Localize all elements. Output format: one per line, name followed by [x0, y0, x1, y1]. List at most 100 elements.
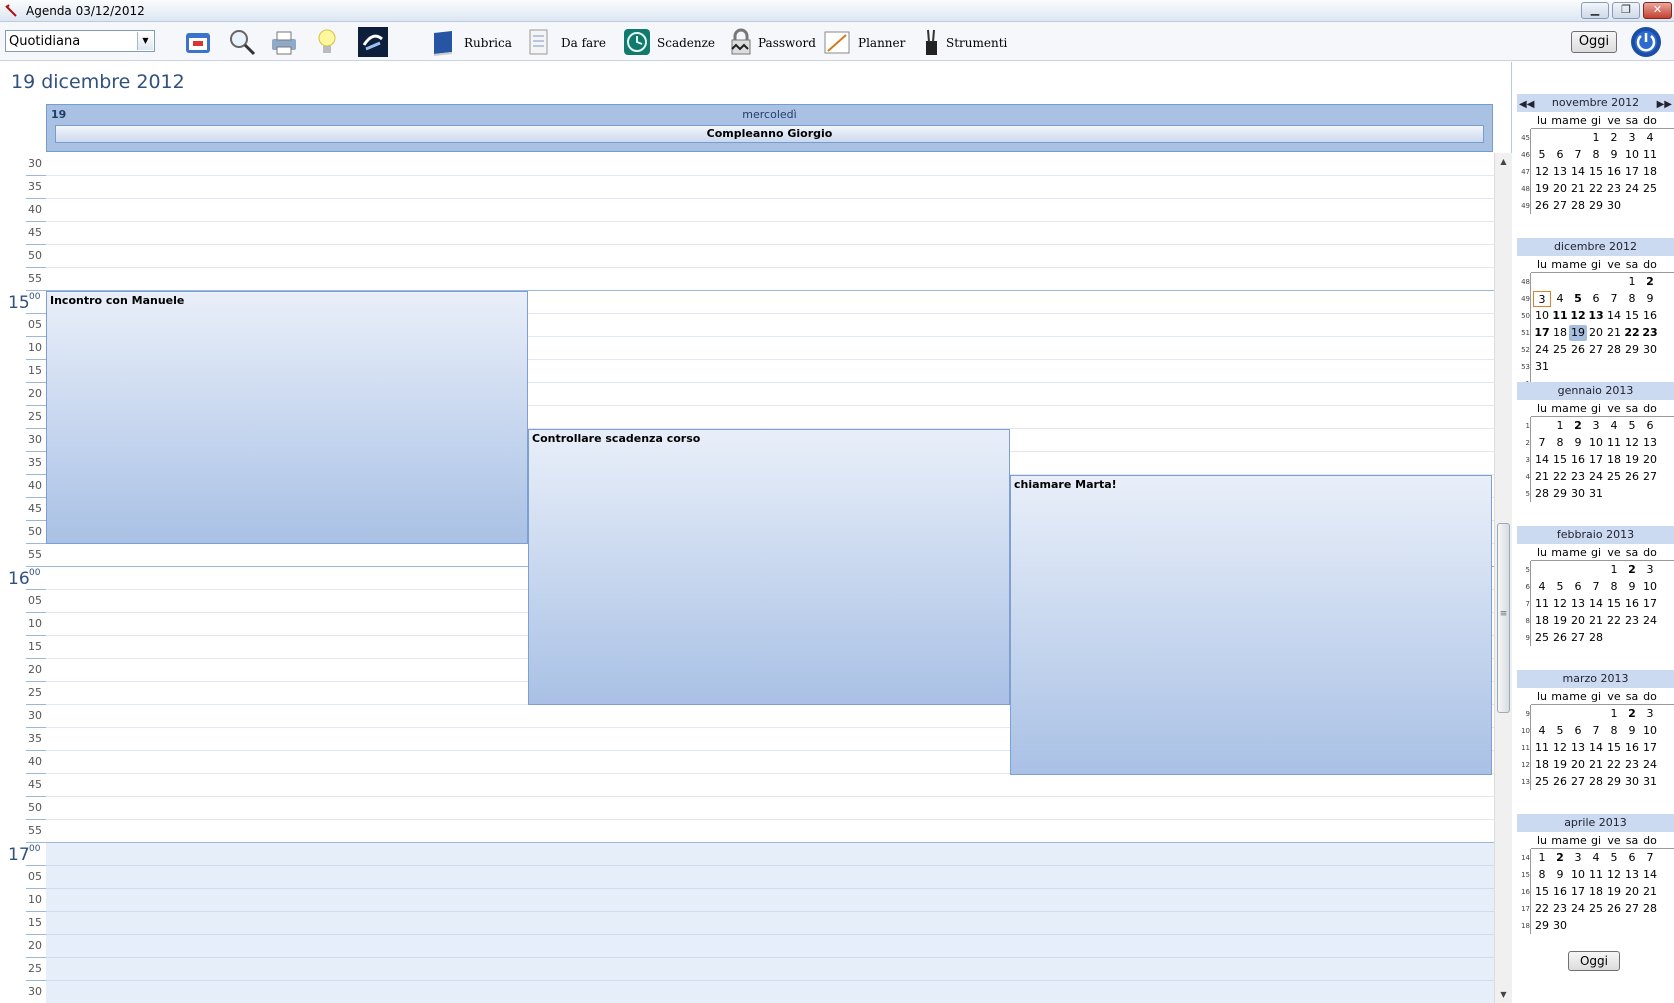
mini-day[interactable]: 24	[1641, 757, 1659, 773]
mini-day[interactable]: 11	[1587, 867, 1605, 883]
clock-icon[interactable]	[622, 27, 652, 57]
mini-day[interactable]: 9	[1623, 579, 1641, 595]
mini-day[interactable]: 11	[1533, 740, 1551, 756]
mini-day[interactable]: 24	[1569, 901, 1587, 917]
mini-day[interactable]: 17	[1641, 596, 1659, 612]
mini-day[interactable]: 9	[1605, 147, 1623, 163]
mini-day[interactable]: 29	[1533, 918, 1551, 934]
book-icon[interactable]	[428, 27, 458, 57]
mini-day[interactable]: 19	[1551, 613, 1569, 629]
mini-day[interactable]: 6	[1569, 723, 1587, 739]
mini-day[interactable]: 10	[1569, 867, 1587, 883]
mini-day[interactable]: 20	[1569, 757, 1587, 773]
mini-day[interactable]: 22	[1605, 757, 1623, 773]
mini-day[interactable]: 28	[1641, 901, 1659, 917]
mini-day[interactable]: 14	[1533, 452, 1551, 468]
mini-day[interactable]: 9	[1551, 867, 1569, 883]
mini-day[interactable]: 23	[1641, 325, 1659, 341]
mini-day[interactable]: 12	[1551, 596, 1569, 612]
mini-day[interactable]: 29	[1623, 342, 1641, 358]
mini-day[interactable]: 19	[1605, 884, 1623, 900]
mini-day[interactable]: 17	[1587, 452, 1605, 468]
mini-day[interactable]: 12	[1605, 867, 1623, 883]
mini-day[interactable]: 5	[1551, 723, 1569, 739]
chevron-down-icon[interactable]: ▼	[137, 32, 153, 50]
mini-day[interactable]: 21	[1605, 325, 1623, 341]
mini-day[interactable]: 26	[1551, 630, 1569, 646]
mini-day[interactable]: 28	[1587, 630, 1605, 646]
mini-day[interactable]: 16	[1641, 308, 1659, 324]
mini-day[interactable]: 17	[1641, 740, 1659, 756]
mini-day[interactable]: 23	[1623, 757, 1641, 773]
lock-icon[interactable]	[726, 27, 756, 57]
mini-day[interactable]: 20	[1587, 325, 1605, 341]
time-slot[interactable]	[46, 958, 1494, 981]
today-button-sidebar[interactable]: Oggi	[1568, 951, 1620, 971]
scadenze-button[interactable]: Scadenze	[657, 36, 715, 50]
mini-day[interactable]: 18	[1641, 164, 1659, 180]
mini-day[interactable]: 10	[1641, 579, 1659, 595]
mini-day[interactable]: 30	[1605, 198, 1623, 214]
mini-day[interactable]: 22	[1587, 181, 1605, 197]
mini-day[interactable]: 12	[1551, 740, 1569, 756]
mini-day[interactable]: 11	[1605, 435, 1623, 451]
time-slot[interactable]	[46, 981, 1494, 1003]
mini-day[interactable]: 10	[1533, 308, 1551, 324]
mini-day[interactable]: 15	[1533, 884, 1551, 900]
mini-day[interactable]: 20	[1551, 181, 1569, 197]
mini-day[interactable]: 20	[1641, 452, 1659, 468]
mini-day[interactable]: 24	[1587, 469, 1605, 485]
mini-day[interactable]: 12	[1533, 164, 1551, 180]
mini-day[interactable]: 18	[1551, 325, 1569, 341]
event-block[interactable]: Incontro con Manuele	[46, 291, 528, 544]
mini-day[interactable]: 18	[1587, 884, 1605, 900]
mini-day[interactable]: 16	[1605, 164, 1623, 180]
mini-day[interactable]: 3	[1641, 706, 1659, 722]
scrollbar-thumb[interactable]: ≡	[1497, 523, 1510, 713]
mini-day[interactable]: 12	[1623, 435, 1641, 451]
mini-day[interactable]: 15	[1605, 740, 1623, 756]
mini-day[interactable]: 17	[1623, 164, 1641, 180]
print-icon[interactable]	[269, 27, 299, 57]
mini-day[interactable]: 8	[1605, 723, 1623, 739]
mini-day[interactable]: 9	[1641, 291, 1659, 307]
selected-day[interactable]: 19	[1569, 325, 1587, 341]
mini-day[interactable]: 5	[1605, 850, 1623, 866]
mini-day[interactable]: 7	[1587, 723, 1605, 739]
mini-day[interactable]: 22	[1605, 613, 1623, 629]
mini-day[interactable]: 30	[1551, 918, 1569, 934]
mini-day[interactable]: 14	[1641, 867, 1659, 883]
mini-day[interactable]: 12	[1569, 308, 1587, 324]
mini-day[interactable]: 31	[1641, 774, 1659, 790]
mini-day[interactable]: 23	[1551, 901, 1569, 917]
mini-day[interactable]: 16	[1623, 596, 1641, 612]
time-grid[interactable]: 30 35 40 45 50 55 15 00 05 10 15 20 25 30 35 40 45 50 55 16…	[0, 153, 1494, 1003]
mini-day[interactable]: 28	[1605, 342, 1623, 358]
mini-day[interactable]: 9	[1569, 435, 1587, 451]
mini-day[interactable]: 15	[1605, 596, 1623, 612]
mini-day[interactable]: 24	[1623, 181, 1641, 197]
mini-day[interactable]: 8	[1533, 867, 1551, 883]
mini-day[interactable]: 8	[1605, 579, 1623, 595]
mini-day[interactable]: 3	[1623, 130, 1641, 146]
mini-day[interactable]: 6	[1587, 291, 1605, 307]
mini-day[interactable]: 26	[1551, 774, 1569, 790]
mini-day[interactable]: 27	[1587, 342, 1605, 358]
time-slot[interactable]	[46, 843, 1494, 866]
close-button[interactable]: ✕	[1643, 2, 1672, 19]
mini-day[interactable]: 11	[1533, 596, 1551, 612]
mini-day[interactable]: 31	[1587, 486, 1605, 502]
mini-day[interactable]: 1	[1605, 706, 1623, 722]
mini-day[interactable]: 4	[1533, 579, 1551, 595]
mini-day[interactable]: 13	[1569, 740, 1587, 756]
mini-day[interactable]: 6	[1623, 850, 1641, 866]
mini-day[interactable]: 13	[1551, 164, 1569, 180]
time-slot[interactable]	[46, 820, 1494, 843]
mini-day[interactable]: 2	[1623, 562, 1641, 578]
maximize-button[interactable]: ❐	[1612, 2, 1640, 19]
mini-day[interactable]: 22	[1551, 469, 1569, 485]
mini-day[interactable]: 27	[1623, 901, 1641, 917]
mini-day[interactable]: 14	[1587, 596, 1605, 612]
mini-day[interactable]: 16	[1551, 884, 1569, 900]
today-day[interactable]: 3	[1533, 291, 1551, 307]
